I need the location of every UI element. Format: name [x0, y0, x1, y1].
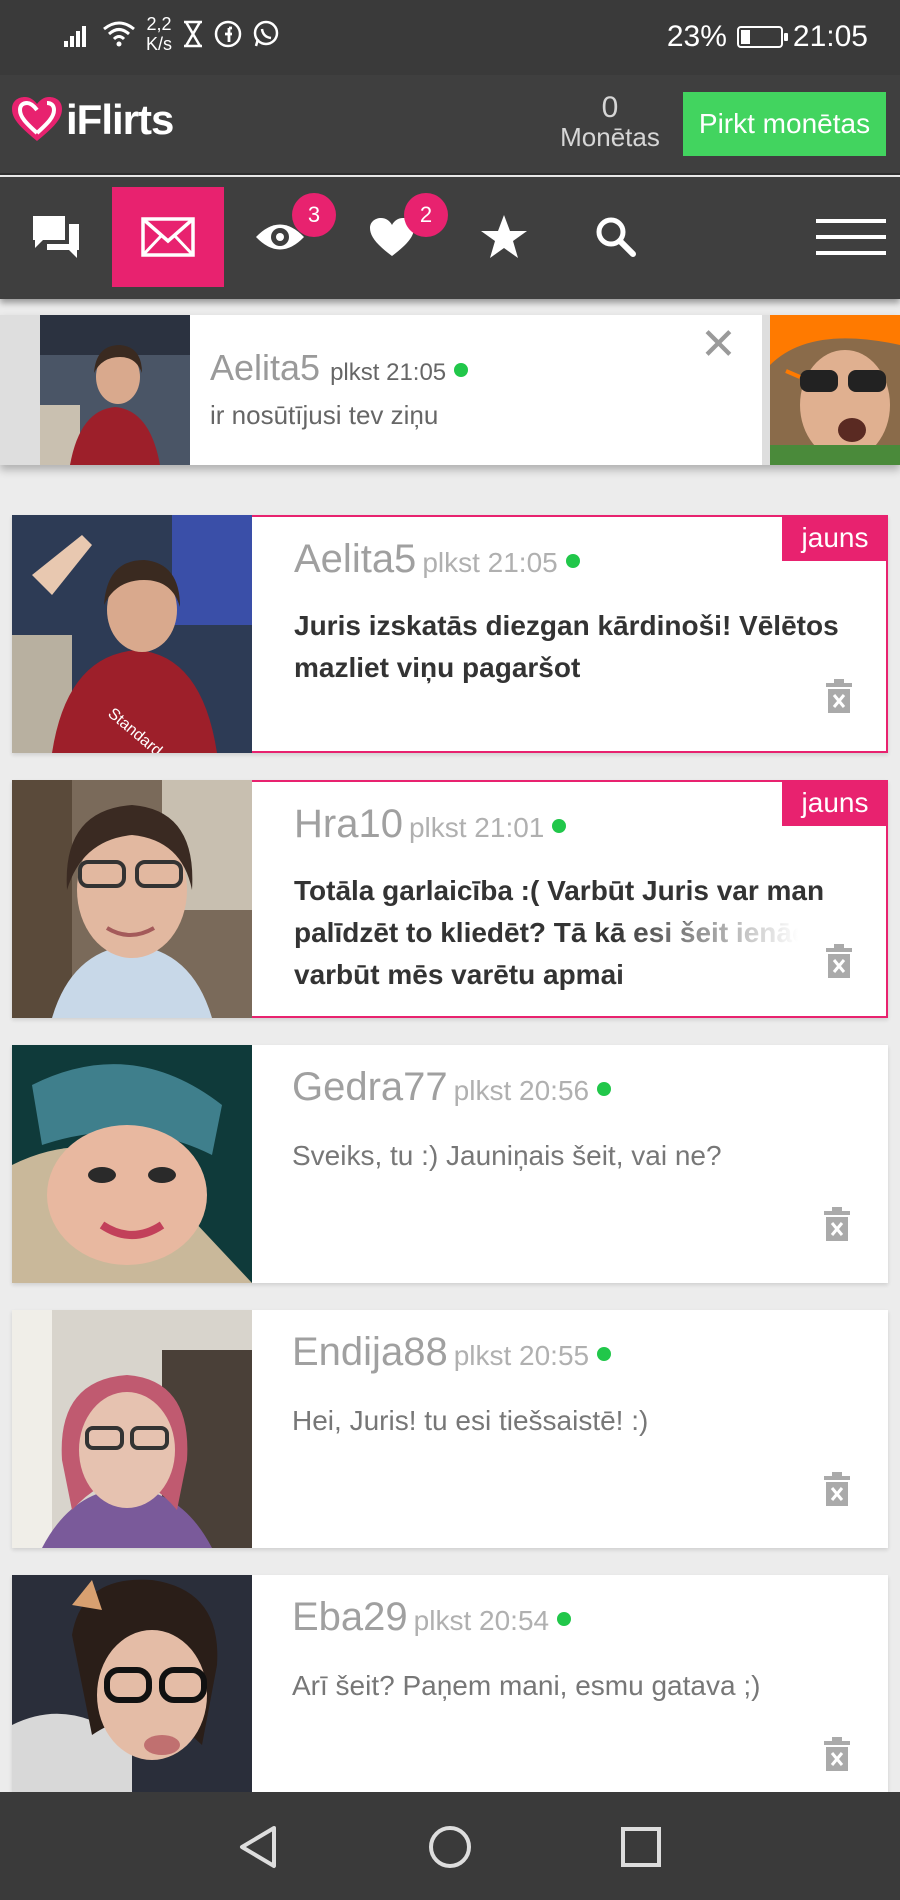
battery-percent: 23%	[666, 20, 727, 53]
battery-icon	[736, 26, 788, 48]
sender-name: Endija88 plkst 20:55	[292, 1330, 612, 1375]
notification-toast[interactable]: Aelita5 plkst 21:05 ir nosūtījusi tev ziņ…	[40, 315, 762, 465]
new-badge: jauns	[782, 780, 888, 826]
message-preview: Arī šeit? Paņem mani, esmu gatava ;)	[292, 1670, 761, 1701]
search-icon	[596, 217, 636, 257]
home-icon[interactable]	[427, 1824, 473, 1870]
trash-icon[interactable]	[822, 1472, 852, 1506]
sender-username: Aelita5	[294, 537, 417, 581]
coins-label: Monētas	[560, 122, 660, 152]
message-preview: Sveiks, tu :) Jauniņais šeit, vai ne?	[292, 1140, 722, 1171]
text-fade	[614, 922, 844, 992]
speed-unit: K/s	[146, 34, 173, 54]
clock: 21:05	[792, 20, 868, 53]
app-header: iFlirts 0 Monētas Pirkt monētas	[0, 75, 900, 175]
sender-name: Hra10 plkst 21:01	[294, 802, 567, 847]
next-notification-avatar[interactable]	[770, 315, 900, 465]
recent-apps-icon[interactable]	[620, 1826, 662, 1868]
coins-count: 0	[601, 91, 619, 124]
sender-username: Gedra77	[292, 1065, 448, 1109]
message-card[interactable]: Standard Aelita5 plkst 21:05 Juris izskat…	[12, 515, 888, 753]
sender-name: Aelita5 plkst 21:05	[294, 537, 580, 582]
notification-name: Aelita5	[210, 347, 321, 388]
online-indicator	[597, 1082, 612, 1097]
hourglass-icon	[183, 20, 203, 48]
notification-sender: Aelita5 plkst 21:05	[210, 347, 469, 389]
message-preview: Juris izskatās diezgan kārdinoši! Vēlēto…	[294, 610, 839, 683]
sender-avatar: Standard	[12, 515, 252, 753]
nav-search[interactable]	[560, 187, 672, 287]
speed-value: 2,2	[146, 14, 172, 34]
signal-icon	[64, 26, 86, 47]
likes-badge: 2	[404, 193, 448, 237]
message-card[interactable]: Gedra77 plkst 20:56 Sveiks, tu :) Jauniņa…	[12, 1045, 888, 1283]
whatsapp-icon	[253, 20, 279, 47]
online-indicator	[454, 363, 469, 378]
views-badge: 3	[292, 193, 336, 237]
sender-username: Eba29	[292, 1595, 408, 1639]
message-preview: Hei, Juris! tu esi tiešsaistē! :)	[292, 1405, 649, 1436]
status-icons-left: 2,2 K/s	[62, 14, 280, 54]
message-time: plkst 20:55	[453, 1340, 590, 1371]
message-time: plkst 21:05	[422, 547, 558, 578]
sender-username: Hra10	[294, 802, 403, 846]
menu-button[interactable]	[795, 187, 900, 287]
close-icon[interactable]: ✕	[700, 323, 737, 367]
sender-name: Gedra77 plkst 20:56	[292, 1065, 612, 1110]
status-bar: 2,2 K/s 23% 21:05	[0, 0, 900, 75]
status-icons-right: 23% 21:05	[667, 20, 868, 54]
star-icon	[481, 215, 527, 258]
message-card[interactable]: Endija88 plkst 20:55 Hei, Juris! tu esi t…	[12, 1310, 888, 1548]
main-nav: 3 2	[0, 177, 900, 299]
sender-avatar	[12, 1310, 252, 1548]
heart-logo-icon	[12, 97, 62, 141]
nav-favorites[interactable]	[448, 187, 560, 287]
sender-username: Endija88	[292, 1330, 448, 1374]
facebook-icon	[214, 20, 242, 48]
message-time: plkst 21:01	[408, 812, 545, 843]
chat-bubbles-icon	[33, 216, 79, 258]
nav-chats[interactable]	[0, 187, 112, 287]
brand-name: iFlirts	[66, 96, 174, 143]
nav-views[interactable]: 3	[224, 187, 336, 287]
sender-name: Eba29 plkst 20:54	[292, 1595, 572, 1640]
network-speed: 2,2 K/s	[146, 14, 172, 54]
nav-likes[interactable]: 2	[336, 187, 448, 287]
wifi-icon	[103, 21, 135, 47]
battery-level	[740, 30, 750, 44]
message-time: plkst 20:54	[413, 1605, 550, 1636]
new-badge: jauns	[782, 515, 888, 561]
trash-icon[interactable]	[824, 944, 854, 978]
sender-avatar	[12, 1575, 252, 1792]
message-card[interactable]: Eba29 plkst 20:54 Arī šeit? Paņem mani, e…	[12, 1575, 888, 1792]
system-nav-bar	[0, 1792, 900, 1900]
online-indicator	[557, 1612, 572, 1627]
back-icon[interactable]	[236, 1824, 280, 1870]
nav-messages[interactable]	[112, 187, 224, 287]
logo[interactable]: iFlirts	[10, 95, 174, 145]
online-indicator	[552, 819, 567, 834]
buy-coins-button[interactable]: Pirkt monētas	[683, 92, 886, 156]
trash-icon[interactable]	[822, 1737, 852, 1771]
hamburger-menu-icon	[816, 219, 886, 255]
sender-avatar	[12, 780, 252, 1018]
notification-time: plkst 21:05	[330, 359, 447, 386]
sender-avatar	[12, 1045, 252, 1283]
envelope-icon	[141, 217, 195, 257]
online-indicator	[597, 1347, 612, 1362]
message-time: plkst 20:56	[453, 1075, 590, 1106]
trash-icon[interactable]	[822, 1207, 852, 1241]
notification-message: ir nosūtījusi tev ziņu	[210, 400, 439, 430]
message-card[interactable]: Hra10 plkst 21:01 Totāla garlaicība :( Va…	[12, 780, 888, 1018]
online-indicator	[565, 554, 580, 569]
coins-counter: 0 Monētas	[560, 91, 660, 152]
trash-icon[interactable]	[824, 679, 854, 713]
notification-avatar	[40, 315, 190, 465]
